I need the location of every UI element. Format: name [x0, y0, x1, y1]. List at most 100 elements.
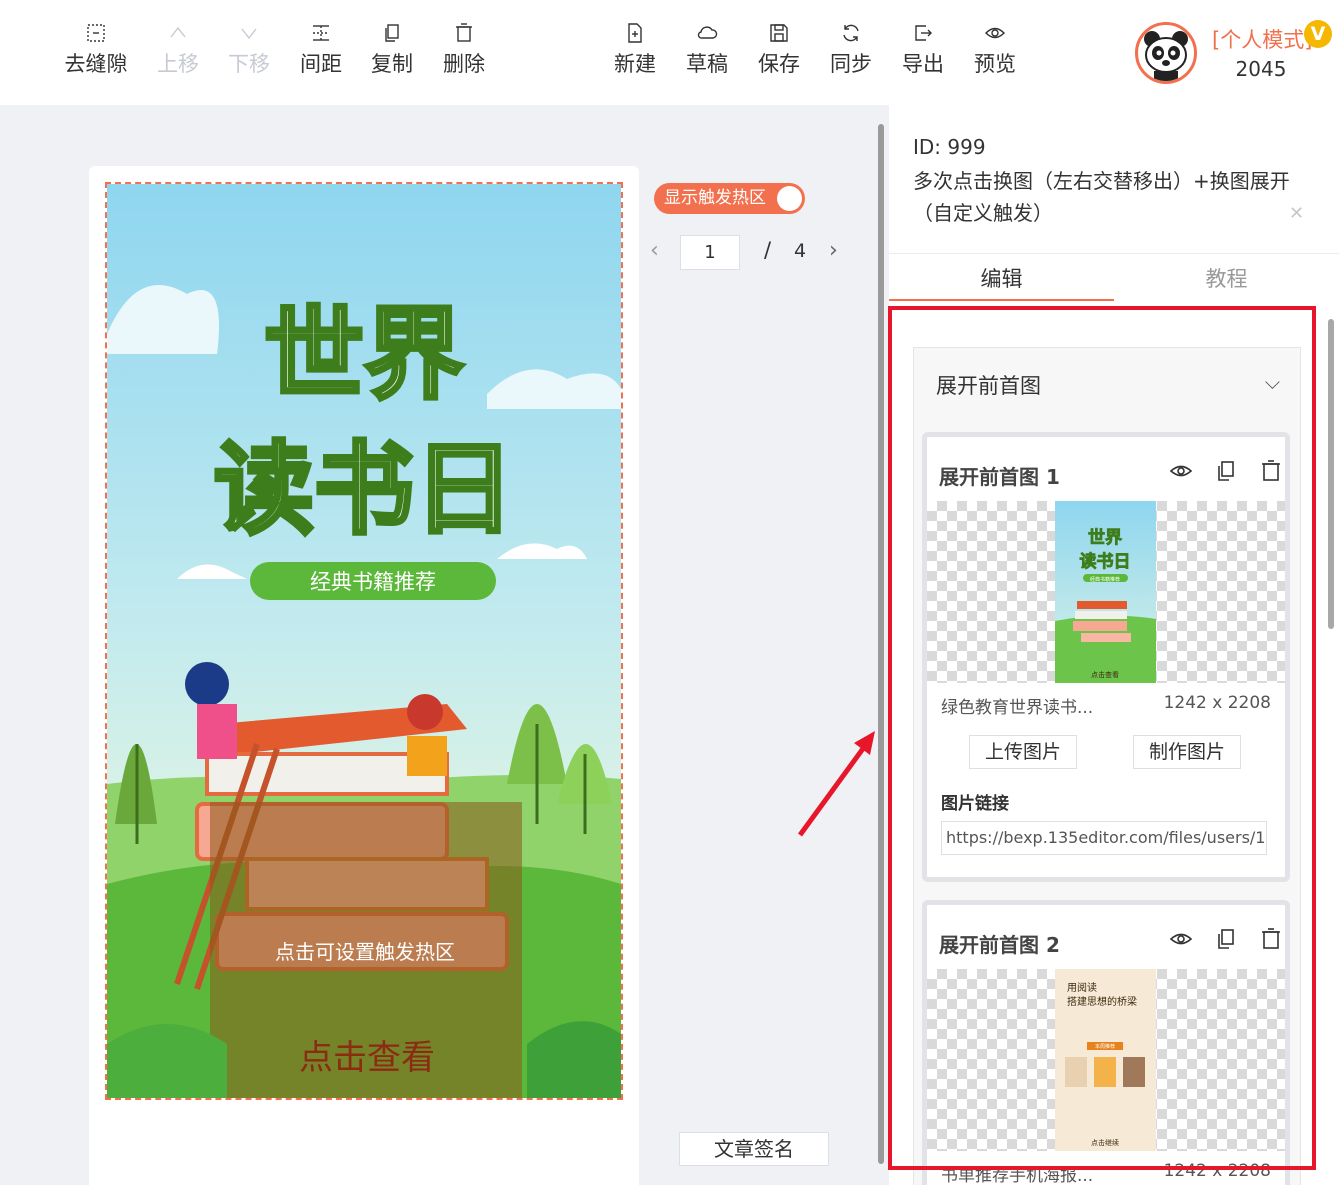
- user-credits: 2045: [1235, 57, 1287, 81]
- image-item-2: 展开前首图 2 用阅读 搭建思想的桥梁 本周推荐 点击继续 书单推荐手机海报..…: [922, 900, 1290, 1185]
- panda-avatar-icon: [1144, 31, 1188, 81]
- gap-icon: [60, 22, 132, 50]
- spacing-label: 间距: [300, 52, 342, 76]
- chevron-up-icon: [142, 22, 214, 50]
- image-thumbnail: 世界 读书日 经典书籍推荐 点击查看: [1055, 501, 1156, 683]
- poster-cta: 点击查看: [299, 1038, 435, 1078]
- hotspot-hint: 点击可设置触发热区: [275, 940, 455, 964]
- spacing-icon: [285, 22, 357, 50]
- poster-subtitle: 经典书籍推荐: [310, 570, 436, 594]
- vip-badge: V: [1304, 20, 1332, 48]
- file-name: 书单推荐手机海报...: [941, 1166, 1094, 1185]
- chevron-right-icon[interactable]: ›: [829, 238, 838, 263]
- save-button[interactable]: 保存: [743, 22, 815, 78]
- remove-gap-label: 去缝隙: [64, 52, 128, 76]
- thumbnail-title2: 读书日: [1080, 551, 1131, 572]
- draft-label: 草稿: [686, 52, 728, 76]
- canvas-scrollbar[interactable]: [876, 110, 886, 1185]
- preview-button[interactable]: 预览: [959, 22, 1031, 78]
- item-name: 展开前首图 1: [939, 465, 1060, 489]
- avatar[interactable]: [1135, 22, 1197, 84]
- preview-label: 预览: [974, 52, 1016, 76]
- panel-scrollbar-thumb[interactable]: [1328, 319, 1334, 629]
- move-up-label: 上移: [157, 52, 199, 76]
- chevron-down-icon[interactable]: ⌵: [1265, 370, 1280, 394]
- item-name: 展开前首图 2: [939, 933, 1060, 957]
- properties-panel: ID: 999 多次点击换图（左右交替移出）+换图展开（自定义触发） ✕ 编辑 …: [889, 105, 1339, 1185]
- image-thumbnail-area[interactable]: 用阅读 搭建思想的桥梁 本周推荐 点击继续: [927, 969, 1285, 1151]
- file-size: 1242 x 2208: [1163, 693, 1271, 713]
- thumbnail-title1: 世界: [1088, 528, 1122, 548]
- trash-icon: [428, 22, 500, 50]
- delete-button[interactable]: 删除: [428, 22, 500, 78]
- sync-icon: [815, 22, 887, 50]
- wrench-icon[interactable]: ✕: [1289, 203, 1304, 224]
- poster-illustration: 世界 读书日 经典书籍推荐 点击可设置触发热区 点击查看: [107, 184, 621, 1098]
- trash-icon[interactable]: [1259, 459, 1285, 485]
- component-title: 多次点击换图（左右交替移出）+换图展开（自定义触发）: [913, 169, 1290, 225]
- item-header: 展开前首图 2: [927, 905, 1285, 969]
- page-input[interactable]: 1: [680, 235, 740, 270]
- active-tab-indicator: [889, 299, 1114, 301]
- sync-label: 同步: [830, 52, 872, 76]
- thumbnail-illustration: 世界 读书日 经典书籍推荐 点击查看: [1055, 501, 1156, 683]
- user-mode[interactable]: [个人模式]: [1212, 24, 1312, 54]
- image-item-1: 展开前首图 1 世界 读书日 经典书籍推荐 点击查看 绿色教育世界读书... 1…: [922, 432, 1290, 882]
- chevron-down-icon: [213, 22, 285, 50]
- poster-preview[interactable]: 世界 读书日 经典书籍推荐 点击可设置触发热区 点击查看: [105, 182, 623, 1100]
- upload-image-button[interactable]: 上传图片: [969, 735, 1077, 769]
- draft-button[interactable]: 草稿: [671, 22, 743, 78]
- save-label: 保存: [758, 52, 800, 76]
- move-down-label: 下移: [228, 52, 270, 76]
- delete-label: 删除: [443, 52, 485, 76]
- make-image-button[interactable]: 制作图片: [1133, 735, 1241, 769]
- tab-edit[interactable]: 编辑: [889, 263, 1114, 293]
- export-button[interactable]: 导出: [887, 22, 959, 78]
- trash-icon[interactable]: [1259, 927, 1285, 953]
- image-link-input[interactable]: https://bexp.135editor.com/files/users/1…: [941, 821, 1267, 855]
- file-name: 绿色教育世界读书...: [941, 698, 1094, 718]
- toggle-knob: [777, 186, 802, 211]
- image-thumbnail: 用阅读 搭建思想的桥梁 本周推荐 点击继续: [1055, 969, 1156, 1151]
- thumbnail-title2: 搭建思想的桥梁: [1067, 995, 1137, 1008]
- top-toolbar: 去缝隙 上移 下移 间距 复制 删除 新建 草稿 保存 同步 导出 预览 [个人…: [0, 0, 1339, 105]
- section-before-expand: 展开前首图 ⌵ 展开前首图 1 世界 读书日 经典书籍推荐 点击查看 绿色教育世…: [913, 347, 1301, 1185]
- section-header[interactable]: 展开前首图 ⌵: [914, 348, 1300, 418]
- thumbnail-subtitle: 经典书籍推荐: [1090, 576, 1120, 583]
- eye-icon: [959, 22, 1031, 50]
- file-size: 1242 x 2208: [1163, 1161, 1271, 1181]
- section-title: 展开前首图: [936, 374, 1041, 398]
- hotspot-toggle[interactable]: 显示触发热区: [654, 183, 805, 214]
- panel-scrollbar[interactable]: [1326, 315, 1336, 1185]
- thumbnail-subtitle: 本周推荐: [1095, 1043, 1115, 1050]
- sync-button[interactable]: 同步: [815, 22, 887, 78]
- component-id: ID: 999: [913, 135, 986, 159]
- eye-icon[interactable]: [1169, 927, 1195, 953]
- image-thumbnail-area[interactable]: 世界 读书日 经典书籍推荐 点击查看: [927, 501, 1285, 683]
- chevron-left-icon[interactable]: ‹: [650, 238, 659, 263]
- export-label: 导出: [902, 52, 944, 76]
- tab-tutorial[interactable]: 教程: [1114, 263, 1339, 293]
- new-button[interactable]: 新建: [599, 22, 671, 78]
- export-icon: [887, 22, 959, 50]
- cloud-icon: [671, 22, 743, 50]
- signature-button[interactable]: 文章签名: [679, 1132, 829, 1166]
- hotspot-toggle-label: 显示触发热区: [664, 188, 766, 208]
- copy-icon[interactable]: [1214, 927, 1240, 953]
- thumbnail-cta: 点击查看: [1091, 670, 1119, 679]
- poster-title-line2: 读书日: [214, 431, 514, 548]
- copy-icon: [356, 22, 428, 50]
- page-total: 4: [794, 240, 807, 262]
- move-down-button[interactable]: 下移: [213, 22, 285, 78]
- move-up-button[interactable]: 上移: [142, 22, 214, 78]
- spacing-button[interactable]: 间距: [285, 22, 357, 78]
- canvas-scrollbar-thumb[interactable]: [878, 124, 884, 1164]
- copy-button[interactable]: 复制: [356, 22, 428, 78]
- copy-label: 复制: [371, 52, 413, 76]
- copy-icon[interactable]: [1214, 459, 1240, 485]
- thumbnail-illustration: 用阅读 搭建思想的桥梁 本周推荐 点击继续: [1055, 969, 1156, 1151]
- page-separator: /: [764, 238, 772, 262]
- remove-gap-button[interactable]: 去缝隙: [60, 22, 132, 78]
- eye-icon[interactable]: [1169, 459, 1195, 485]
- poster-title-line1: 世界: [264, 296, 464, 413]
